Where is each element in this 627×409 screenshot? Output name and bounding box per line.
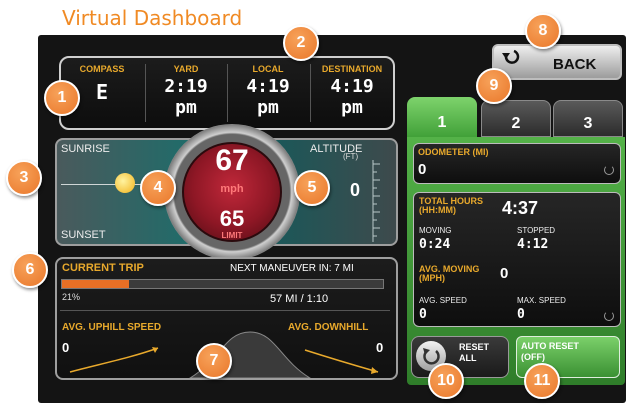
max-speed-value: 0	[517, 307, 525, 322]
yard-ampm: pm	[175, 97, 197, 118]
trip-distance: 57 MI / 1:10	[270, 293, 329, 305]
moving-label: MOVING	[419, 226, 452, 235]
tab-label: 3	[583, 115, 593, 132]
page-title: Virtual Dashboard	[62, 6, 243, 30]
avg-speed-label: AVG. SPEED	[419, 296, 467, 305]
tab-2[interactable]: 2	[481, 100, 551, 137]
callout-11: 11	[524, 363, 560, 399]
destination-label: DESTINATION	[321, 64, 383, 74]
odometer-value: 0	[418, 161, 427, 178]
reset-all-line1: RESET	[459, 342, 490, 352]
sun-icon	[115, 173, 135, 193]
sunrise-label: SUNRISE	[61, 143, 110, 155]
altitude-unit: (FT)	[343, 152, 359, 161]
odometer-reset-icon[interactable]	[604, 165, 614, 175]
local-ampm: pm	[257, 97, 279, 118]
tab-label: 2	[511, 115, 521, 132]
odometer-label: ODOMETER (MI)	[418, 147, 489, 157]
local-time: 4:19	[246, 76, 290, 97]
total-hours-label: TOTAL HOURS (HH:MM)	[419, 197, 483, 215]
speed-value: 67	[215, 144, 249, 177]
total-hours-value: 4:37	[502, 198, 539, 218]
destination-ampm: pm	[341, 97, 363, 118]
auto-reset-label: AUTO RESET (OFF)	[521, 341, 579, 363]
callout-1: 1	[44, 80, 80, 116]
callout-10: 10	[428, 363, 464, 399]
yard-label: YARD	[173, 64, 199, 74]
avg-moving-value: 0	[500, 265, 509, 282]
stopped-label: STOPPED	[517, 226, 556, 235]
callout-2: 2	[283, 25, 319, 61]
next-maneuver-label: NEXT MANEUVER IN: 7 MI	[230, 263, 354, 274]
auto-reset-line1: AUTO RESET	[521, 341, 579, 351]
time-panel: COMPASS E YARD 2:19 pm LOCAL 4:19 pm DES…	[59, 56, 395, 130]
compass-label: COMPASS	[79, 64, 125, 74]
back-button-label: BACK	[553, 56, 597, 73]
avg-moving-label-line2: (MPH)	[419, 273, 445, 283]
max-speed-label: MAX. SPEED	[517, 296, 566, 305]
speed-limit-label: LIMIT	[221, 231, 243, 240]
callout-7: 7	[196, 343, 232, 379]
stats-reset-icon[interactable]	[604, 311, 614, 321]
trip-progress-bar	[61, 279, 384, 289]
callout-3: 3	[6, 160, 42, 196]
tab-label: 1	[437, 114, 447, 131]
callout-5: 5	[294, 170, 330, 206]
trip-progress-fill	[62, 280, 130, 288]
destination-time: 4:19	[330, 76, 374, 97]
trip-progress-percent: 21%	[62, 292, 81, 302]
destination-cell: DESTINATION 4:19 pm	[311, 58, 393, 128]
avg-speed-value: 0	[419, 307, 427, 322]
callout-4: 4	[140, 170, 176, 206]
altitude-value: 0	[350, 180, 361, 200]
back-arrow-icon	[502, 49, 520, 64]
reset-all-line2: ALL	[459, 353, 477, 363]
total-hours-label-line2: (HH:MM)	[419, 205, 456, 215]
sunset-label: SUNSET	[61, 229, 106, 241]
tab-3[interactable]: 3	[553, 100, 623, 137]
callout-8: 8	[525, 13, 561, 49]
speed-unit: mph	[220, 183, 244, 195]
moving-value: 0:24	[419, 237, 451, 252]
auto-reset-line2: (OFF)	[521, 352, 545, 362]
yard-cell: YARD 2:19 pm	[146, 58, 226, 128]
local-label: LOCAL	[252, 64, 284, 74]
reset-all-label: RESET ALL	[459, 342, 489, 364]
callout-6: 6	[12, 252, 48, 288]
local-cell: LOCAL 4:19 pm	[228, 58, 308, 128]
altitude-scale	[372, 160, 380, 242]
current-trip-label: CURRENT TRIP	[62, 262, 144, 274]
stopped-value: 4:12	[517, 237, 549, 252]
avg-moving-label: AVG. MOVING (MPH)	[419, 265, 479, 283]
tab-1[interactable]: 1	[407, 97, 477, 139]
speed-limit-value: 65	[219, 206, 245, 231]
yard-time: 2:19	[164, 76, 208, 97]
callout-9: 9	[476, 68, 512, 104]
divider	[60, 310, 390, 311]
